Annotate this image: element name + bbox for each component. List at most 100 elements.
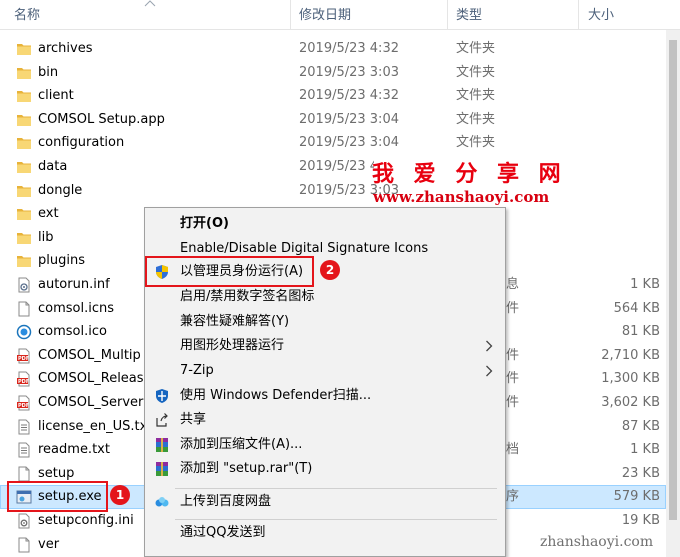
file-type: 档: [506, 442, 520, 458]
menu-item-troubleshoot[interactable]: 兼容性疑难解答(Y): [145, 310, 505, 334]
menu-separator: [175, 519, 497, 520]
column-name-header[interactable]: 名称: [14, 0, 40, 30]
menu-item-label: 共享: [180, 412, 207, 427]
file-size: 19 KB: [621, 513, 660, 528]
folder-icon: [16, 112, 32, 128]
step-badge-2: 2: [320, 260, 340, 280]
file-size: 579 KB: [613, 489, 660, 505]
menu-item-gpu-run[interactable]: 用图形处理器运行: [145, 334, 505, 358]
defender-icon: [156, 389, 168, 403]
watermark-title: 我 爱 分 享 网: [372, 161, 567, 187]
text-file-icon: [16, 419, 32, 435]
menu-item-add-archive[interactable]: 添加到压缩文件(A)...: [145, 433, 505, 457]
file-size: 3,602 KB: [601, 395, 660, 410]
folder-icon: [16, 88, 32, 104]
file-size: 564 KB: [613, 300, 660, 316]
file-type: 息: [506, 277, 520, 292]
file-name: data: [38, 159, 68, 174]
menu-item-defender[interactable]: 使用 Windows Defender扫描...: [145, 384, 505, 408]
pdf-file-icon: [16, 348, 32, 364]
menu-item-share[interactable]: 共享: [145, 408, 505, 432]
watermark-url-bottom: zhanshaoyi.com: [540, 534, 654, 550]
menu-separator: [175, 488, 497, 489]
file-name: COMSOL_Server: [38, 395, 144, 410]
ini-file-icon: [16, 513, 32, 529]
column-date-header[interactable]: 修改日期: [299, 0, 351, 30]
file-date: 2019/5/23 3:04: [299, 135, 399, 151]
menu-item-label: 打开(O): [180, 216, 229, 231]
column-header: 名称 修改日期 类型 大小: [0, 0, 680, 30]
file-size: 1 KB: [630, 277, 660, 292]
file-name: COMSOL_Releas: [38, 371, 144, 387]
baidu-cloud-icon: [155, 497, 169, 507]
scrollbar-thumb[interactable]: [669, 40, 677, 520]
winrar-icon: [156, 438, 168, 452]
folder-icon: [16, 65, 32, 81]
pdf-file-icon: [16, 395, 32, 411]
generic-file-icon: [16, 301, 32, 317]
file-size: 81 KB: [621, 324, 660, 340]
folder-icon: [16, 183, 32, 199]
folder-icon: [16, 206, 32, 222]
menu-item-label: 用图形处理器运行: [180, 338, 285, 353]
highlight-setup-exe: [7, 481, 108, 512]
menu-item-label: 上传到百度网盘: [180, 494, 272, 509]
file-type: 文件夹: [456, 135, 496, 151]
watermark-url: www.zhanshaoyi.com: [373, 188, 550, 206]
menu-item-add-rar[interactable]: 添加到 "setup.rar"(T): [145, 457, 505, 481]
file-size: 1 KB: [630, 442, 660, 458]
menu-item-label: 添加到压缩文件(A)...: [180, 437, 303, 452]
inf-file-icon: [16, 277, 32, 293]
file-date: 2019/5/23 3:03: [299, 64, 399, 80]
file-row-bin[interactable]: bin 2019/5/23 3:03 文件夹: [0, 61, 666, 85]
menu-item-open[interactable]: 打开(O): [145, 212, 505, 236]
folder-icon: [16, 41, 32, 57]
column-divider[interactable]: [290, 0, 291, 30]
file-date: 2019/5/23 3:04: [299, 111, 399, 127]
file-name: ext: [38, 206, 59, 222]
file-name: archives: [38, 41, 93, 56]
file-type: 序: [506, 489, 520, 505]
file-name: autorun.inf: [38, 277, 110, 292]
chevron-right-icon: [485, 340, 493, 352]
file-name: COMSOL_Multip: [38, 347, 141, 363]
file-row-comsol-setup-app[interactable]: COMSOL Setup.app 2019/5/23 3:04 文件夹: [0, 108, 666, 132]
file-type: 件: [506, 371, 520, 387]
file-type: 件: [506, 395, 520, 410]
file-type: 件: [506, 347, 520, 363]
chevron-right-icon: [485, 365, 493, 377]
file-type: 件: [506, 300, 520, 316]
menu-item-qq-send[interactable]: 通过QQ发送到: [145, 521, 505, 545]
file-name: comsol.icns: [38, 300, 115, 316]
folder-icon: [16, 230, 32, 246]
file-size: 87 KB: [621, 418, 660, 434]
menu-item-baidu-upload[interactable]: 上传到百度网盘: [145, 490, 505, 514]
column-type-header[interactable]: 类型: [456, 0, 482, 30]
menu-item-7zip[interactable]: 7-Zip: [145, 359, 505, 383]
file-row-archives[interactable]: archives 2019/5/23 4:32 文件夹: [0, 37, 666, 61]
sort-up-icon[interactable]: [144, 0, 156, 8]
file-row-configuration[interactable]: configuration 2019/5/23 3:04 文件夹: [0, 131, 666, 155]
menu-item-label: 启用/禁用数字签名图标: [180, 289, 315, 304]
file-name: plugins: [38, 253, 85, 269]
menu-item-label: 通过QQ发送到: [180, 525, 266, 540]
file-name: setupconfig.ini: [38, 513, 134, 528]
file-size: 1,300 KB: [601, 371, 660, 387]
file-name: lib: [38, 229, 54, 245]
column-divider[interactable]: [447, 0, 448, 30]
generic-file-icon: [16, 466, 32, 482]
vertical-scrollbar[interactable]: [666, 30, 680, 557]
file-row-client[interactable]: client 2019/5/23 4:32 文件夹: [0, 84, 666, 108]
file-type: 文件夹: [456, 111, 496, 127]
menu-item-digital-signature-cn[interactable]: 启用/禁用数字签名图标: [145, 285, 505, 309]
file-name: bin: [38, 64, 59, 80]
menu-item-label: 7-Zip: [180, 363, 214, 378]
menu-item-label: 添加到 "setup.rar"(T): [180, 461, 313, 476]
winrar-icon: [156, 462, 168, 476]
file-date: 2019/5/23 4: [299, 159, 374, 174]
file-name: COMSOL Setup.app: [38, 111, 165, 127]
column-divider[interactable]: [578, 0, 579, 30]
file-name: license_en_US.tx: [38, 418, 146, 434]
file-name: configuration: [38, 135, 125, 151]
column-size-header[interactable]: 大小: [588, 0, 614, 30]
